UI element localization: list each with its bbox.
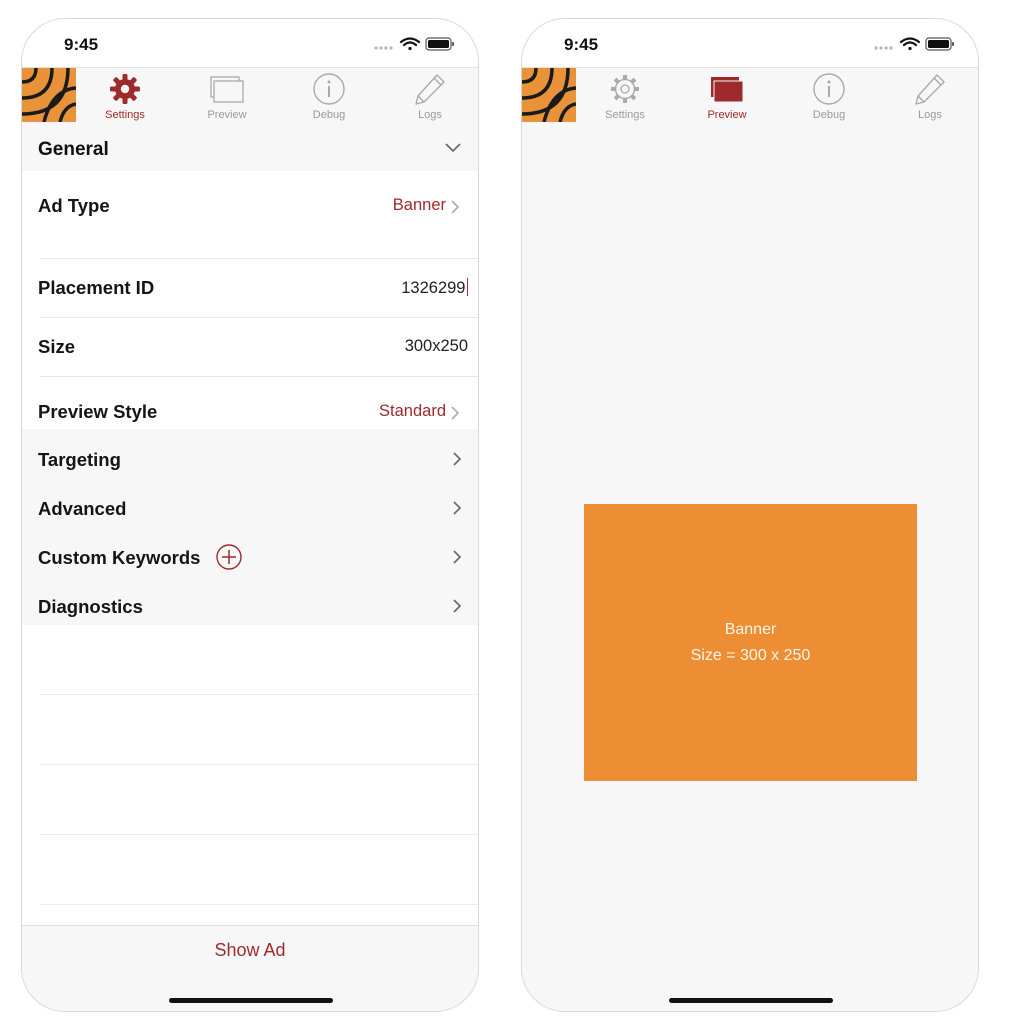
battery-icon bbox=[425, 37, 454, 51]
battery-icon bbox=[925, 37, 954, 51]
placement-id-field[interactable]: 1326299 bbox=[401, 278, 468, 298]
tab-debug[interactable]: Debug bbox=[284, 70, 374, 122]
tab-label: Logs bbox=[418, 109, 442, 121]
info-circle-icon bbox=[813, 73, 845, 105]
tab-debug[interactable]: Debug bbox=[784, 70, 874, 122]
gear-icon bbox=[611, 75, 639, 103]
chevron-right-icon bbox=[453, 550, 462, 564]
preview-style-value: Standard bbox=[379, 402, 446, 420]
status-icons bbox=[874, 36, 956, 52]
preview-window-icon bbox=[210, 76, 244, 103]
tab-bar: Settings Preview Debug Logs bbox=[22, 67, 478, 124]
tab-label: Logs bbox=[918, 109, 942, 121]
pencil-icon bbox=[415, 74, 445, 105]
row-label: Targeting bbox=[38, 449, 121, 470]
text-cursor bbox=[466, 278, 468, 296]
row-label: Ad Type bbox=[38, 195, 110, 216]
section-header-general[interactable]: General bbox=[22, 123, 478, 171]
section-title: General bbox=[38, 139, 109, 160]
status-time: 9:45 bbox=[564, 35, 599, 54]
gear-icon bbox=[110, 74, 140, 104]
general-settings-group: Ad Type Banner Placement ID 1326299 Size… bbox=[22, 171, 478, 429]
tab-label: Preview bbox=[707, 109, 747, 121]
empty-list-area bbox=[22, 625, 478, 925]
status-bar: 9:45 bbox=[22, 19, 478, 67]
signal-dots-icon bbox=[374, 46, 393, 50]
info-circle-icon bbox=[313, 73, 345, 105]
banner-ad[interactable]: Banner Size = 300 x 250 bbox=[584, 504, 917, 781]
row-ad-type[interactable]: Ad Type Banner bbox=[22, 177, 478, 235]
preview-area: Banner Size = 300 x 250 bbox=[522, 123, 978, 1011]
chevron-right-icon bbox=[451, 406, 460, 420]
divider bbox=[40, 904, 478, 905]
row-targeting[interactable]: Targeting bbox=[22, 435, 478, 483]
row-label: Diagnostics bbox=[38, 596, 143, 617]
tab-logs[interactable]: Logs bbox=[385, 70, 475, 122]
placement-id-value: 1326299 bbox=[401, 279, 466, 297]
preview-window-icon bbox=[711, 77, 744, 103]
tab-label: Settings bbox=[105, 109, 145, 121]
tab-preview[interactable]: Preview bbox=[682, 70, 772, 122]
app-logo bbox=[22, 68, 76, 122]
more-settings-group: Targeting Advanced Custom Keywords Diagn… bbox=[22, 429, 478, 625]
home-indicator bbox=[669, 998, 833, 1003]
status-bar: 9:45 bbox=[522, 19, 978, 67]
banner-title: Banner bbox=[724, 621, 777, 638]
size-value: 300x250 bbox=[404, 337, 468, 355]
row-advanced[interactable]: Advanced bbox=[22, 484, 478, 532]
wifi-icon bbox=[899, 37, 921, 51]
divider bbox=[40, 834, 478, 835]
tab-logs[interactable]: Logs bbox=[885, 70, 975, 122]
tab-label: Preview bbox=[207, 109, 247, 121]
tab-label: Debug bbox=[312, 109, 346, 121]
home-indicator bbox=[169, 998, 333, 1003]
row-label: Advanced bbox=[38, 498, 127, 519]
chevron-down-icon bbox=[445, 143, 461, 153]
row-diagnostics[interactable]: Diagnostics bbox=[22, 582, 478, 630]
chevron-right-icon bbox=[453, 452, 462, 466]
settings-screen: 9:45 Settings Preview Debug Logs General… bbox=[21, 18, 479, 1012]
tab-settings[interactable]: Settings bbox=[80, 70, 170, 122]
row-label: Placement ID bbox=[38, 277, 155, 298]
app-logo bbox=[522, 68, 576, 122]
status-time: 9:45 bbox=[64, 35, 99, 54]
chevron-right-icon bbox=[453, 599, 462, 613]
row-size[interactable]: Size 300x250 bbox=[22, 318, 478, 376]
pencil-icon bbox=[915, 74, 945, 105]
tab-label: Debug bbox=[812, 109, 846, 121]
row-label: Custom Keywords bbox=[38, 547, 201, 568]
chevron-right-icon bbox=[453, 501, 462, 515]
banner-size-text: Size = 300 x 250 bbox=[690, 647, 811, 664]
status-icons bbox=[374, 36, 456, 52]
divider bbox=[40, 764, 478, 765]
show-ad-button[interactable]: Show Ad bbox=[22, 940, 478, 961]
tab-preview[interactable]: Preview bbox=[182, 70, 272, 122]
tab-bar: Settings Preview Debug Logs bbox=[522, 67, 978, 124]
chevron-right-icon bbox=[451, 200, 460, 214]
row-label: Size bbox=[38, 336, 76, 357]
signal-dots-icon bbox=[874, 46, 893, 50]
preview-screen: 9:45 Settings Preview Debug Logs Banner … bbox=[521, 18, 979, 1012]
tab-label: Settings bbox=[605, 109, 645, 121]
row-label: Preview Style bbox=[38, 401, 158, 422]
row-custom-keywords[interactable]: Custom Keywords bbox=[22, 533, 478, 581]
divider bbox=[40, 694, 478, 695]
divider bbox=[40, 376, 478, 377]
wifi-icon bbox=[399, 37, 421, 51]
row-placement-id[interactable]: Placement ID 1326299 bbox=[22, 259, 478, 317]
ad-type-value: Banner bbox=[392, 196, 446, 214]
tab-settings[interactable]: Settings bbox=[580, 70, 670, 122]
add-keyword-plus-icon[interactable] bbox=[216, 544, 242, 570]
